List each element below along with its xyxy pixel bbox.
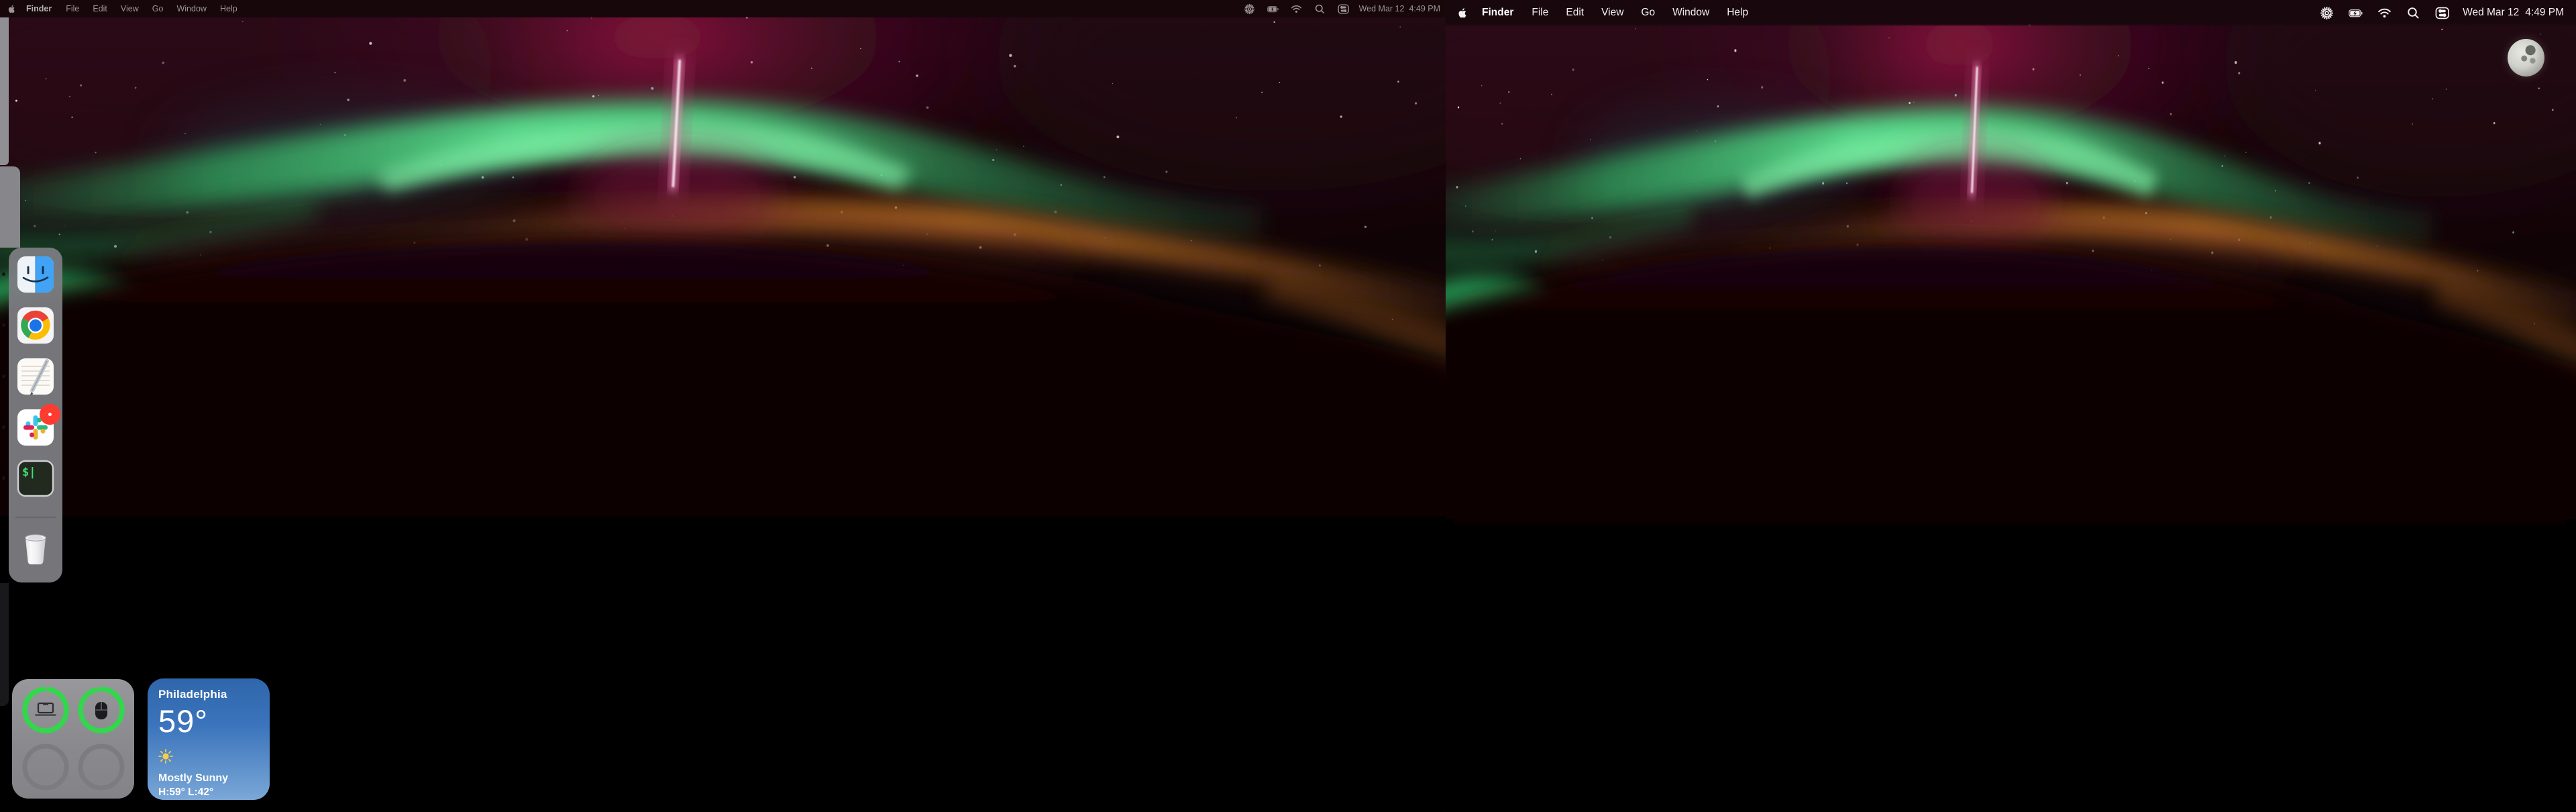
menu-time: 4:49 PM — [1409, 4, 1440, 13]
apple-menu-icon[interactable] — [1456, 7, 1467, 19]
running-indicator-finder — [2, 272, 5, 276]
dock-item-notes[interactable] — [17, 358, 54, 395]
menu-bar-right: Finder File Edit View Go Window Help Wed… — [1446, 0, 2576, 26]
battery-charging-icon[interactable] — [2341, 6, 2370, 20]
menu-item-edit[interactable]: Edit — [86, 4, 114, 13]
menu-item-file[interactable]: File — [59, 4, 86, 13]
menu-app-name[interactable]: Finder — [1467, 7, 1523, 19]
desktop: Finder File Edit View Go Window Help Wed… — [0, 0, 2576, 812]
offscreen-window-edge-top[interactable] — [0, 17, 9, 165]
control-center-icon[interactable] — [1332, 3, 1355, 15]
menu-time: 4:49 PM — [2525, 7, 2564, 19]
offscreen-window-edge-mid[interactable] — [0, 166, 20, 248]
menu-item-go[interactable]: Go — [1632, 7, 1664, 19]
weather-condition: Mostly Sunny — [158, 772, 259, 784]
menu-item-window[interactable]: Window — [1664, 7, 1718, 19]
menu-item-view[interactable]: View — [1593, 7, 1632, 19]
moon — [2508, 39, 2544, 77]
menu-item-help[interactable]: Help — [1718, 7, 1757, 19]
menu-item-view[interactable]: View — [114, 4, 146, 13]
display-left: Finder File Edit View Go Window Help Wed… — [0, 0, 1446, 812]
offscreen-window-edge-bottom[interactable] — [0, 583, 9, 706]
dock-item-finder[interactable] — [17, 256, 54, 293]
laptop-battery-ring — [21, 686, 70, 734]
running-indicator-notes — [2, 374, 5, 378]
menu-date: Wed Mar 12 — [1359, 4, 1405, 13]
wifi-icon[interactable] — [1285, 3, 1308, 15]
running-indicator-chrome — [2, 323, 5, 327]
menu-item-file[interactable]: File — [1523, 7, 1557, 19]
apple-menu-icon[interactable] — [7, 4, 15, 14]
dock-item-trash[interactable] — [17, 528, 54, 566]
empty-battery-ring — [80, 746, 122, 788]
weather-high-low: H:59° L:42° — [158, 786, 259, 799]
menu-bar-left: Finder File Edit View Go Window Help Wed… — [0, 0, 1446, 17]
menu-item-window[interactable]: Window — [170, 4, 213, 13]
dock-item-terminal[interactable]: $| — [17, 460, 54, 497]
control-center-icon[interactable] — [2428, 6, 2457, 20]
menu-item-go[interactable]: Go — [146, 4, 170, 13]
menu-item-help[interactable]: Help — [213, 4, 244, 13]
menu-item-edit[interactable]: Edit — [1557, 7, 1593, 19]
menu-clock[interactable]: Wed Mar 12 4:49 PM — [1359, 4, 1440, 13]
dock-item-slack[interactable] — [17, 409, 54, 446]
weather-widget[interactable]: Philadelphia 59° Mostly Sunny H:59° L:42… — [148, 678, 270, 800]
weather-temperature: 59° — [158, 703, 259, 740]
spotlight-icon[interactable] — [1308, 3, 1332, 15]
wifi-icon[interactable] — [2370, 6, 2399, 20]
dock: $| — [9, 248, 62, 582]
menu-clock[interactable]: Wed Mar 12 4:49 PM — [2463, 7, 2564, 19]
weather-city: Philadelphia — [158, 688, 259, 701]
battery-charging-icon[interactable] — [1261, 3, 1285, 15]
wallpaper-aurora — [1446, 24, 2576, 812]
sun-icon — [158, 749, 173, 764]
gear-icon[interactable] — [1238, 3, 1261, 15]
terminal-prompt: $| — [22, 466, 36, 479]
empty-battery-ring — [25, 746, 66, 788]
menu-app-name[interactable]: Finder — [15, 4, 59, 13]
slack-notification-badge — [40, 404, 60, 425]
batteries-widget[interactable] — [12, 679, 134, 799]
running-indicator-terminal — [2, 476, 5, 480]
menu-date: Wed Mar 12 — [2463, 7, 2519, 19]
dock-item-chrome[interactable] — [17, 307, 54, 344]
laptop-icon — [35, 703, 56, 716]
mouse-icon — [95, 702, 107, 719]
display-right: Finder File Edit View Go Window Help Wed… — [1446, 0, 2576, 812]
spotlight-icon[interactable] — [2399, 6, 2428, 20]
gear-icon[interactable] — [2312, 6, 2341, 20]
running-indicator-slack — [2, 425, 5, 429]
